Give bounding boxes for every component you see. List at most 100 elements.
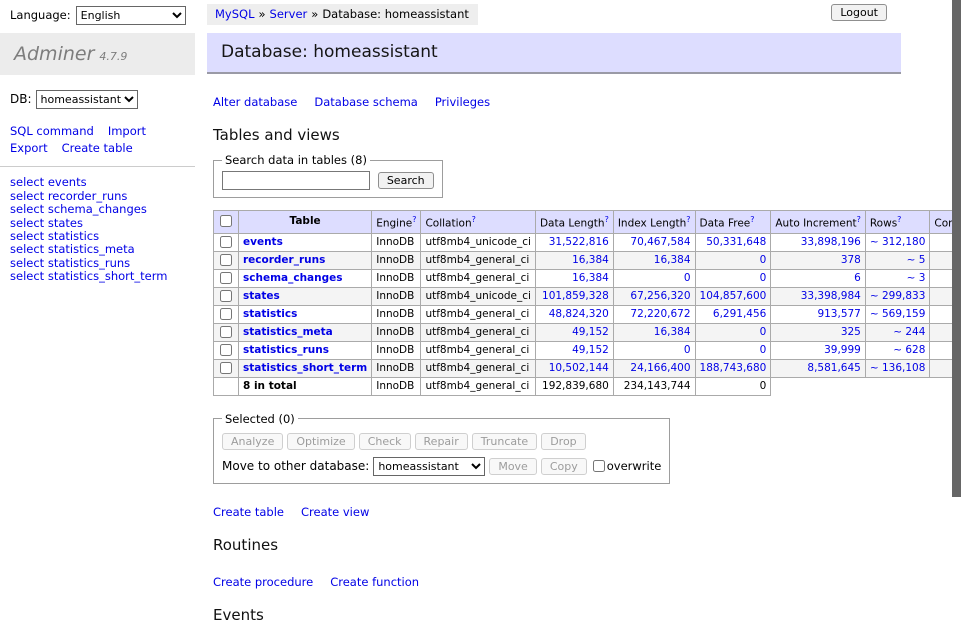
table-name-link-statistics-meta[interactable]: statistics_meta — [243, 326, 333, 338]
column-help-link-index-length[interactable]: ? — [686, 215, 690, 224]
cell-link-auto-increment[interactable]: 325 — [841, 326, 861, 338]
scrollbar[interactable] — [952, 0, 966, 543]
drop-button[interactable]: Drop — [541, 433, 585, 450]
cell-link-auto-increment[interactable]: 6 — [854, 272, 861, 284]
cell-link-rows[interactable]: ~ 3 — [907, 272, 926, 284]
row-checkbox[interactable] — [220, 290, 232, 302]
routine-link-create-function[interactable]: Create function — [330, 575, 419, 589]
overwrite-checkbox[interactable] — [593, 460, 605, 472]
cell-link-data-free[interactable]: 50,331,648 — [706, 236, 766, 248]
routine-link-create-procedure[interactable]: Create procedure — [213, 575, 313, 589]
truncate-button[interactable]: Truncate — [472, 433, 537, 450]
table-name-link-statistics-runs[interactable]: statistics_runs — [243, 344, 329, 356]
table-name-link-events[interactable]: events — [243, 236, 283, 248]
db-action-link-alter-database[interactable]: Alter database — [213, 95, 297, 109]
cell-link-data-length[interactable]: 48,824,320 — [549, 308, 609, 320]
copy-button[interactable]: Copy — [541, 458, 587, 475]
breadcrumb-link-server[interactable]: Server — [270, 7, 308, 21]
cell-link-auto-increment[interactable]: 39,999 — [824, 344, 861, 356]
optimize-button[interactable]: Optimize — [287, 433, 354, 450]
cell-link-data-free[interactable]: 0 — [760, 326, 767, 338]
row-checkbox[interactable] — [220, 326, 232, 338]
cell-link-index-length[interactable]: 24,166,400 — [630, 362, 690, 374]
table-name-link-statistics[interactable]: statistics — [243, 308, 297, 320]
cell-link-index-length[interactable]: 16,384 — [654, 326, 691, 338]
table-name-link-states[interactable]: states — [243, 290, 280, 302]
cell-link-rows[interactable]: ~ 5 — [907, 254, 926, 266]
cell-link-data-length[interactable]: 31,522,816 — [549, 236, 609, 248]
table-name-link-schema-changes[interactable]: schema_changes — [243, 272, 343, 284]
sidebar-link-export[interactable]: Export — [10, 141, 48, 155]
language-select[interactable]: English — [76, 6, 186, 25]
row-checkbox[interactable] — [220, 308, 232, 320]
check-button[interactable]: Check — [359, 433, 411, 450]
db-select[interactable]: homeassistant — [36, 90, 138, 109]
row-checkbox[interactable] — [220, 362, 232, 374]
table-name-link-statistics-short-term[interactable]: statistics_short_term — [243, 362, 367, 374]
sidebar-link-create-table[interactable]: Create table — [62, 141, 133, 155]
cell-link-rows[interactable]: ~ 312,180 — [870, 236, 926, 248]
cell-link-auto-increment[interactable]: 378 — [841, 254, 861, 266]
sidebar-item-select-statistics-runs[interactable]: select statistics_runs — [10, 257, 195, 270]
cell-link-data-length[interactable]: 10,502,144 — [549, 362, 609, 374]
cell-link-rows[interactable]: ~ 299,833 — [870, 290, 926, 302]
cell-link-data-length[interactable]: 16,384 — [572, 254, 609, 266]
row-checkbox[interactable] — [220, 236, 232, 248]
db-action-link-privileges[interactable]: Privileges — [435, 95, 490, 109]
sidebar-item-select-statistics-meta[interactable]: select statistics_meta — [10, 243, 195, 256]
cell-link-index-length[interactable]: 16,384 — [654, 254, 691, 266]
sidebar-link-import[interactable]: Import — [108, 124, 146, 138]
column-help-link-rows[interactable]: ? — [897, 215, 901, 224]
cell-link-auto-increment[interactable]: 913,577 — [817, 308, 860, 320]
cell-link-rows[interactable]: ~ 244 — [893, 326, 925, 338]
column-help-link-data-length[interactable]: ? — [605, 215, 609, 224]
cell-link-auto-increment[interactable]: 33,898,196 — [801, 236, 861, 248]
cell-link-data-free[interactable]: 6,291,456 — [713, 308, 766, 320]
cell-link-index-length[interactable]: 70,467,584 — [630, 236, 690, 248]
sidebar-item-select-events[interactable]: select events — [10, 176, 195, 189]
cell-link-index-length[interactable]: 72,220,672 — [630, 308, 690, 320]
create-link-create-table[interactable]: Create table — [213, 505, 284, 519]
column-help-link-collation[interactable]: ? — [472, 215, 476, 224]
cell-link-index-length[interactable]: 0 — [684, 344, 691, 356]
logout-button[interactable]: Logout — [831, 4, 887, 21]
row-checkbox[interactable] — [220, 272, 232, 284]
analyze-button[interactable]: Analyze — [222, 433, 283, 450]
cell-link-data-free[interactable]: 188,743,680 — [700, 362, 767, 374]
sidebar-item-select-statistics-short-term[interactable]: select statistics_short_term — [10, 270, 195, 283]
sidebar-item-select-statistics[interactable]: select statistics — [10, 230, 195, 243]
move-db-select[interactable]: homeassistant — [373, 457, 485, 476]
cell-link-auto-increment[interactable]: 33,398,984 — [801, 290, 861, 302]
move-button[interactable]: Move — [489, 458, 537, 475]
cell-link-rows[interactable]: ~ 136,108 — [870, 362, 926, 374]
table-name-link-recorder-runs[interactable]: recorder_runs — [243, 254, 325, 266]
cell-link-auto-increment[interactable]: 8,581,645 — [807, 362, 860, 374]
cell-link-data-length[interactable]: 49,152 — [572, 326, 609, 338]
cell-link-data-length[interactable]: 49,152 — [572, 344, 609, 356]
column-help-link-engine[interactable]: ? — [412, 215, 416, 224]
select-all-checkbox[interactable] — [220, 215, 232, 227]
cell-link-index-length[interactable]: 0 — [684, 272, 691, 284]
row-checkbox[interactable] — [220, 344, 232, 356]
column-help-link-auto-increment[interactable]: ? — [857, 215, 861, 224]
repair-button[interactable]: Repair — [415, 433, 468, 450]
cell-link-index-length[interactable]: 67,256,320 — [630, 290, 690, 302]
sidebar-item-select-states[interactable]: select states — [10, 217, 195, 230]
cell-link-data-free[interactable]: 0 — [760, 344, 767, 356]
row-checkbox[interactable] — [220, 254, 232, 266]
cell-link-data-free[interactable]: 0 — [760, 272, 767, 284]
cell-link-data-free[interactable]: 0 — [760, 254, 767, 266]
scrollbar-thumb[interactable] — [952, 0, 961, 497]
cell-link-data-length[interactable]: 101,859,328 — [542, 290, 609, 302]
create-link-create-view[interactable]: Create view — [301, 505, 369, 519]
sidebar-link-sql-command[interactable]: SQL command — [10, 124, 94, 138]
column-help-link-data-free[interactable]: ? — [750, 215, 754, 224]
db-action-link-database-schema[interactable]: Database schema — [314, 95, 417, 109]
search-input[interactable] — [222, 171, 370, 190]
sidebar-item-select-schema-changes[interactable]: select schema_changes — [10, 203, 195, 216]
cell-link-rows[interactable]: ~ 569,159 — [870, 308, 926, 320]
cell-link-data-free[interactable]: 104,857,600 — [700, 290, 767, 302]
breadcrumb-link-mysql[interactable]: MySQL — [215, 7, 255, 21]
cell-link-data-length[interactable]: 16,384 — [572, 272, 609, 284]
sidebar-item-select-recorder-runs[interactable]: select recorder_runs — [10, 190, 195, 203]
